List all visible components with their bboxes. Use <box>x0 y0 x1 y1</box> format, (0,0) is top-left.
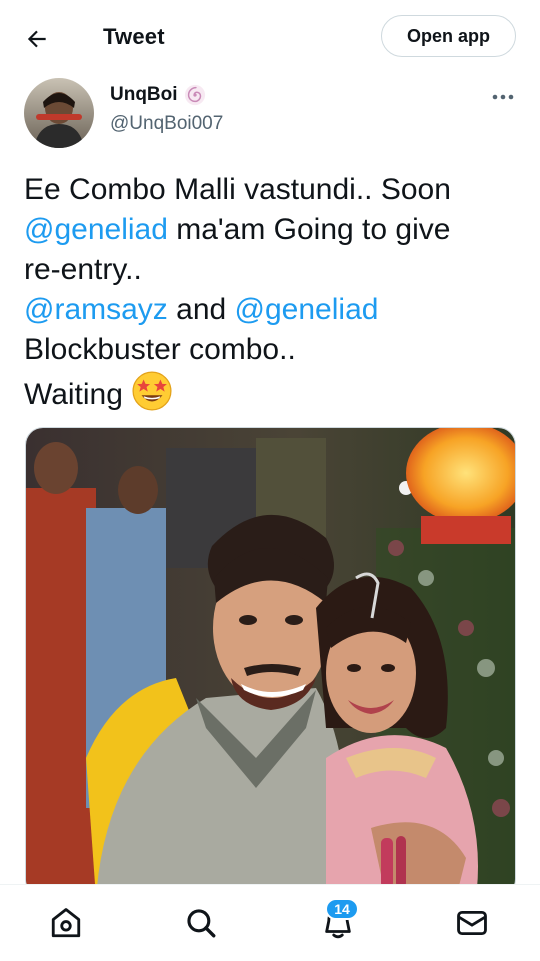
tweet-text-segment: Waiting <box>24 378 123 411</box>
back-button[interactable] <box>20 22 54 56</box>
tweet-line: @ramsayz and @geneliad <box>24 290 524 330</box>
top-bar: Tweet Open app <box>0 0 540 74</box>
tweet-text: Ee Combo Malli vastundi.. Soon @geneliad… <box>24 170 524 415</box>
tweet-line: Blockbuster combo.. <box>24 333 296 366</box>
media-photo <box>26 428 515 896</box>
tweet-text-segment: and <box>167 293 235 326</box>
search-icon <box>187 909 216 938</box>
messages-icon <box>457 910 487 936</box>
page-title: Tweet <box>103 24 165 49</box>
author-name-row[interactable]: UnqBoi <box>110 84 206 106</box>
nav-home-button[interactable] <box>46 903 86 943</box>
arrow-left-icon <box>27 30 46 48</box>
more-options-button[interactable] <box>486 83 520 111</box>
author-name: UnqBoi <box>110 84 178 105</box>
tweet-text-segment: ma'am Going to give <box>167 213 451 246</box>
tweet-line: Waiting <box>24 370 524 415</box>
tweet-line: @geneliad ma'am Going to give <box>24 210 524 250</box>
bottom-nav: 14 <box>0 884 540 961</box>
mention-link[interactable]: @ramsayz <box>24 293 168 326</box>
notifications-badge: 14 <box>325 898 359 920</box>
more-horizontal-icon <box>492 94 514 100</box>
nav-messages-button[interactable] <box>452 903 492 943</box>
avatar-image <box>24 78 94 148</box>
open-app-button[interactable]: Open app <box>381 15 516 57</box>
tweet-media[interactable] <box>25 427 516 897</box>
spiral-badge-icon <box>184 84 205 106</box>
avatar[interactable] <box>24 78 94 148</box>
tweet-line: Ee Combo Malli vastundi.. Soon <box>24 173 451 206</box>
tweet-line: re-entry.. <box>24 253 142 286</box>
author-handle[interactable]: @UnqBoi007 <box>110 113 223 135</box>
nav-search-button[interactable] <box>181 903 221 943</box>
star-struck-emoji-icon <box>132 371 172 411</box>
mention-link[interactable]: @geneliad <box>24 213 168 246</box>
mention-link[interactable]: @geneliad <box>235 293 379 326</box>
home-icon <box>51 908 81 938</box>
